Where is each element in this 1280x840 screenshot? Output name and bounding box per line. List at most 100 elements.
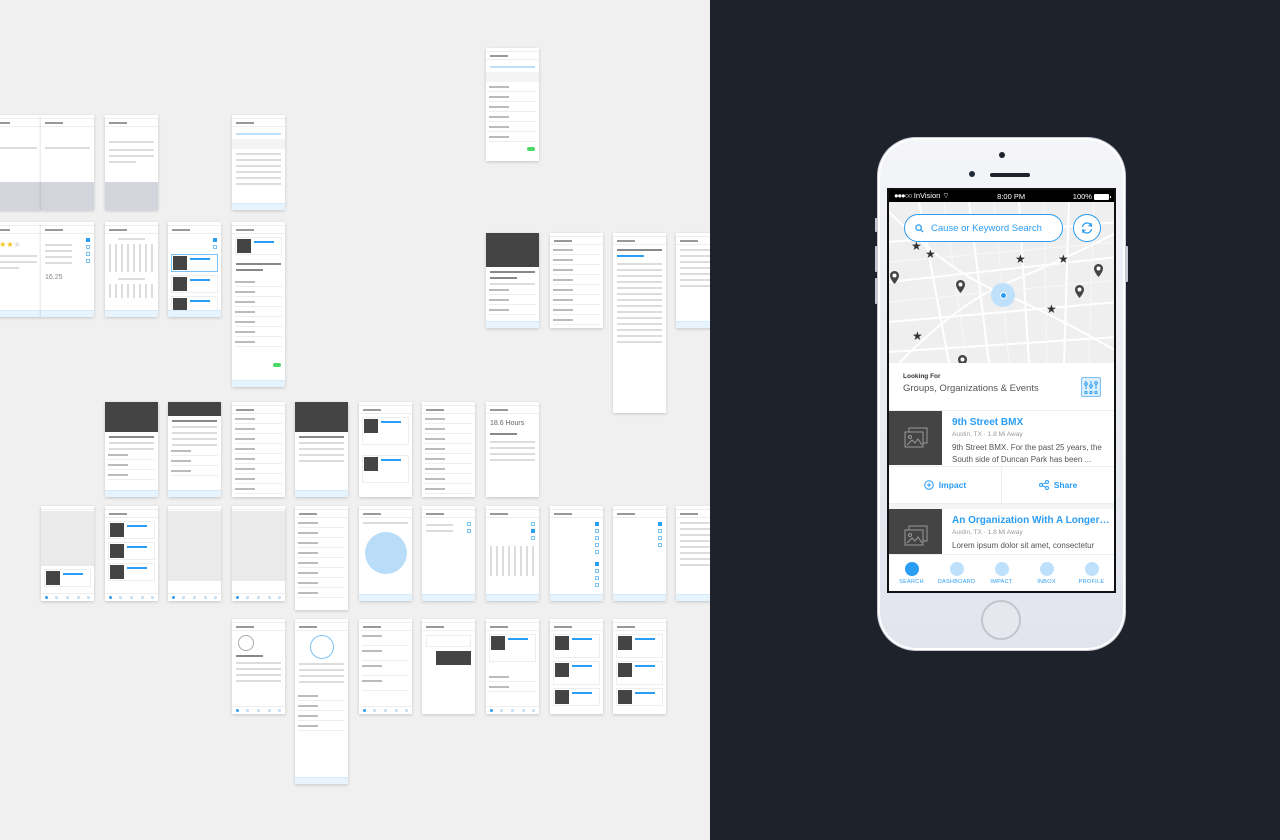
search-input[interactable]: Cause or Keyword Search	[904, 214, 1063, 242]
tab-profile[interactable]: PROFILE	[1070, 561, 1114, 585]
wireframe-results-filter[interactable]	[295, 506, 348, 610]
image-placeholder-icon	[904, 525, 927, 546]
wireframe-register-step-2[interactable]	[41, 115, 94, 210]
wireframe-rating[interactable]: ★★★★	[0, 222, 41, 317]
mute-switch	[875, 218, 878, 232]
wireframe-profile[interactable]	[232, 619, 285, 714]
wireframe-events[interactable]	[359, 402, 412, 497]
carrier-label: InVision	[913, 191, 941, 200]
home-button[interactable]	[981, 600, 1021, 640]
location-pin-icon[interactable]	[1075, 285, 1084, 298]
status-bar: ●●●○○ InVision ⌔ 8:00 PM 100%	[889, 190, 1114, 206]
refresh-button[interactable]	[1073, 214, 1101, 242]
wireframe-search-map-full[interactable]	[168, 506, 221, 601]
looking-for-label: Looking For	[903, 373, 941, 380]
wireframe-canvas: ★★★★ 16.25 18.6 Hours	[0, 0, 710, 840]
map-view[interactable]: ★ ★ ★ ★ ★ ★ Cause or Keyword Search	[889, 202, 1114, 363]
current-location-marker	[991, 283, 1015, 307]
result-location: Austin, TX · 1.8 Mi Away	[952, 431, 1023, 438]
volume-down-button	[875, 278, 878, 304]
battery-icon	[1093, 193, 1111, 200]
location-pin-icon[interactable]	[958, 355, 967, 363]
looking-for-selector[interactable]: Looking For Groups, Organizations & Even…	[889, 363, 1114, 411]
plus-circle-icon	[923, 480, 934, 490]
share-icon	[1038, 480, 1049, 490]
speaker-grille	[990, 173, 1030, 177]
wireframe-impact-summary[interactable]: 18.6 Hours	[486, 402, 539, 497]
star-marker-icon[interactable]: ★	[1015, 252, 1026, 266]
front-camera-icon	[969, 171, 975, 177]
sliders-icon	[1084, 381, 1098, 395]
location-pin-icon[interactable]	[956, 280, 965, 293]
result-title[interactable]: 9th Street BMX	[952, 417, 1110, 428]
impact-button[interactable]: Impact	[889, 467, 1002, 503]
filter-button[interactable]	[1081, 377, 1101, 397]
share-button[interactable]: Share	[1002, 467, 1114, 503]
tab-impact-icon	[994, 561, 1009, 576]
search-icon	[915, 223, 924, 233]
tab-label: SEARCH	[899, 578, 924, 585]
result-actions: Impact Share	[889, 467, 1114, 504]
camera-icon	[999, 152, 1005, 158]
location-pin-icon[interactable]	[1094, 264, 1103, 277]
wireframe-dates-available[interactable]	[486, 506, 539, 601]
tab-impact[interactable]: IMPACT	[980, 561, 1024, 585]
wireframe-register-step-1[interactable]	[0, 115, 41, 210]
star-marker-icon[interactable]: ★	[1058, 252, 1069, 266]
wireframe-search-list[interactable]	[105, 506, 158, 601]
result-title[interactable]: An Organization With A Longer N...	[952, 515, 1110, 526]
wireframe-edit-impact[interactable]	[486, 48, 539, 161]
status-right: 100%	[1072, 191, 1111, 201]
star-marker-icon[interactable]: ★	[925, 247, 936, 261]
phone-screen: ●●●○○ InVision ⌔ 8:00 PM 100% ★ ★ ★ ★ ★ …	[887, 188, 1116, 593]
star-marker-icon[interactable]: ★	[1046, 302, 1057, 316]
tab-dashboard-icon	[949, 561, 964, 576]
tab-label: INBOX	[1037, 578, 1056, 585]
tab-search-icon	[904, 561, 919, 576]
wireframe-add-impact[interactable]	[232, 222, 285, 387]
wireframe-did-you-attend[interactable]	[168, 222, 221, 317]
signal-icon: ●●●○○	[894, 191, 913, 200]
tab-search[interactable]: SEARCH	[890, 561, 934, 585]
wireframe-organization-detail[interactable]	[105, 402, 158, 497]
wireframe-interested-in[interactable]	[550, 506, 603, 601]
tab-label: PROFILE	[1078, 578, 1105, 585]
wireframe-conversation[interactable]	[422, 619, 475, 714]
impact-label: Impact	[938, 480, 967, 490]
wireframe-information[interactable]	[613, 233, 666, 413]
tab-dashboard[interactable]: DASHBOARD	[935, 561, 979, 585]
battery-label: 100%	[1072, 191, 1092, 201]
wireframe-location[interactable]	[359, 506, 412, 601]
wireframe-edit-profile[interactable]	[295, 619, 348, 784]
location-pin-icon[interactable]	[890, 271, 899, 284]
wifi-icon: ⌔	[942, 191, 950, 200]
result-location: Austin, TX · 1.8 Mi Away	[952, 529, 1023, 536]
phone-device: ●●●○○ InVision ⌔ 8:00 PM 100% ★ ★ ★ ★ ★ …	[875, 138, 1128, 650]
current-location-dot	[999, 291, 1007, 299]
wireframe-register-step-4[interactable]	[105, 115, 158, 210]
wireframe-volunteers[interactable]	[550, 233, 603, 328]
wireframe-members[interactable]	[232, 402, 285, 497]
tab-bar: SEARCH DASHBOARD IMPACT INBOX PROFILE	[889, 554, 1114, 591]
result-card[interactable]: 9th Street BMX Austin, TX · 1.8 Mi Away …	[889, 411, 1114, 467]
wireframe-impacts-list[interactable]	[422, 402, 475, 497]
wireframe-previously-attended[interactable]	[550, 619, 603, 714]
tab-inbox[interactable]: INBOX	[1025, 561, 1069, 585]
wireframe-impact-dates[interactable]	[105, 222, 158, 317]
wireframe-causes[interactable]	[676, 506, 710, 601]
wireframe-event-detail[interactable]	[486, 233, 539, 328]
wireframe-registration-waiver[interactable]	[676, 233, 710, 328]
wireframe-dashboard[interactable]	[486, 619, 539, 714]
wireframe-organization-expanded[interactable]	[168, 402, 221, 497]
search-placeholder: Cause or Keyword Search	[931, 222, 1042, 234]
wireframe-member-profile[interactable]	[295, 402, 348, 497]
wireframe-search-map[interactable]	[41, 506, 94, 601]
wireframe-looking-for[interactable]	[422, 506, 475, 601]
wireframe-search-map-popup[interactable]	[232, 506, 285, 601]
wireframe-single-sign-on[interactable]	[232, 115, 285, 210]
star-marker-icon[interactable]: ★	[912, 329, 923, 343]
wireframe-age-limit[interactable]	[613, 506, 666, 601]
wireframe-inbox[interactable]	[359, 619, 412, 714]
wireframe-my-groups[interactable]	[613, 619, 666, 714]
wireframe-type-measurement[interactable]: 16.25	[41, 222, 94, 317]
